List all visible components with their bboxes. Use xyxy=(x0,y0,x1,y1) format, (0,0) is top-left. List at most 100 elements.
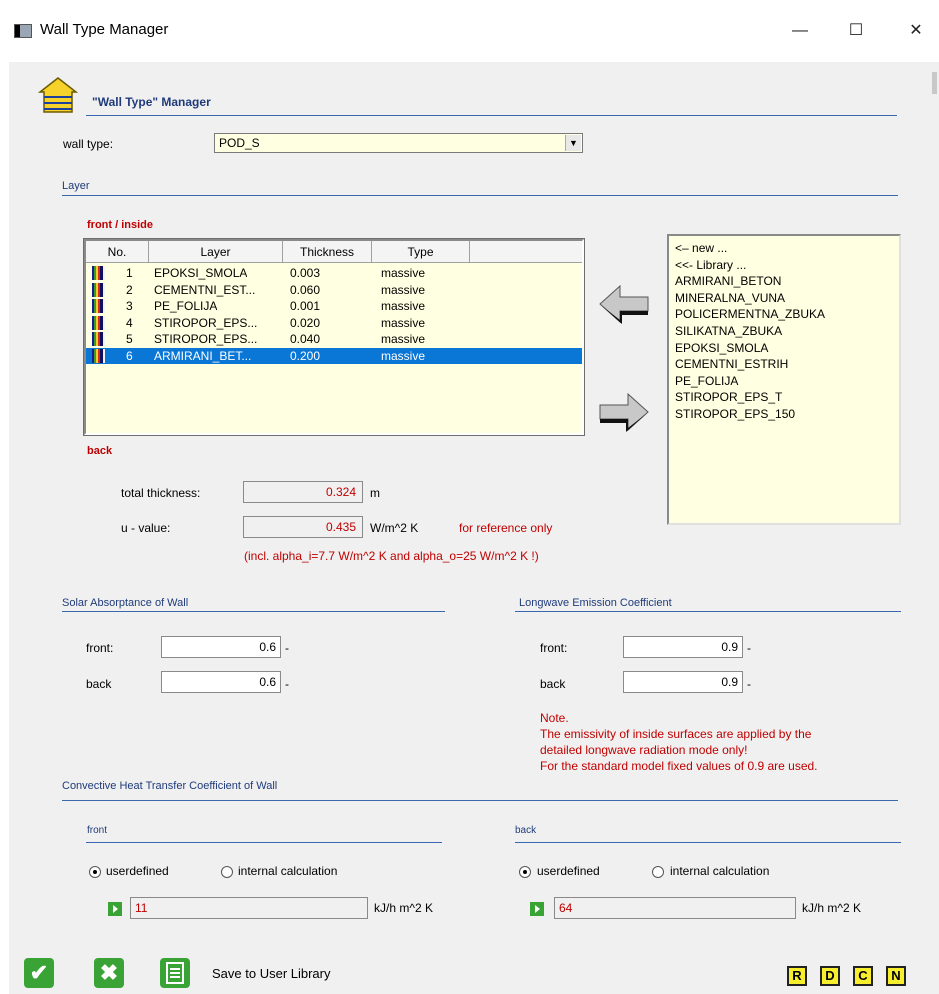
solar-back-input[interactable]: 0.6 xyxy=(161,671,281,693)
total-thickness-label: total thickness: xyxy=(121,486,201,500)
list-item[interactable]: PE_FOLIJA xyxy=(675,373,893,390)
row-layer-cell: ARMIRANI_BET... xyxy=(154,348,252,363)
library-list[interactable]: <– new ... <<- Library ... ARMIRANI_BETON M… xyxy=(667,234,901,525)
list-item[interactable]: MINERALNA_VUNA xyxy=(675,290,893,307)
longwave-front-unit: - xyxy=(747,641,751,655)
column-no[interactable]: No. xyxy=(86,241,149,262)
table-row[interactable]: 4 STIROPOR_EPS... 0.020 massive xyxy=(86,315,582,331)
solar-back-label: back xyxy=(86,677,112,691)
list-item[interactable]: SILIKATNA_ZBUKA xyxy=(675,323,893,340)
note-title: Note. xyxy=(540,711,569,725)
add-layer-arrow-button[interactable] xyxy=(596,278,652,330)
solar-front-label: front: xyxy=(86,641,114,655)
row-no-cell: 3 xyxy=(126,299,133,313)
header-divider xyxy=(86,115,897,116)
table-row[interactable]: 5 STIROPOR_EPS... 0.040 massive xyxy=(86,331,582,347)
convective-back-title: back xyxy=(515,825,537,836)
play-icon[interactable] xyxy=(530,902,544,916)
wall-type-select[interactable]: POD_S ▼ xyxy=(214,133,583,153)
back-userdefined-radio[interactable] xyxy=(519,866,531,878)
play-icon[interactable] xyxy=(108,902,122,916)
front-userdefined-radio[interactable] xyxy=(89,866,101,878)
list-item[interactable]: ARMIRANI_BETON xyxy=(675,273,893,290)
wall-type-label: wall type: xyxy=(63,137,114,151)
layer-table[interactable]: No. Layer Thickness Type 1 EPOKSI_SMOLA 0.… xyxy=(83,238,585,436)
front-userdefined-label[interactable]: userdefined xyxy=(106,864,169,878)
list-item[interactable]: STIROPOR_EPS_T xyxy=(675,389,893,406)
row-thickness-cell: 0.001 xyxy=(290,299,321,313)
column-thickness[interactable]: Thickness xyxy=(283,241,372,262)
scrollbar-thumb[interactable] xyxy=(932,72,937,94)
back-internal-calc-label[interactable]: internal calculation xyxy=(670,864,769,878)
material-color-icon xyxy=(92,299,105,313)
row-thickness-cell: 0.200 xyxy=(290,348,321,363)
convective-section-divider xyxy=(62,800,898,801)
row-thickness-cell: 0.020 xyxy=(290,315,321,330)
row-thickness-cell: 0.060 xyxy=(290,282,321,297)
table-row[interactable]: 1 EPOKSI_SMOLA 0.003 massive xyxy=(86,265,582,281)
alpha-note: (incl. alpha_i=7.7 W/m^2 K and alpha_o=2… xyxy=(244,549,539,563)
window-title: Wall Type Manager xyxy=(40,21,169,38)
back-internal-calc-radio[interactable] xyxy=(652,866,664,878)
row-no-cell: 4 xyxy=(126,315,133,330)
note-line-2: detailed longwave radiation mode only! xyxy=(540,743,748,757)
material-color-icon xyxy=(92,266,105,280)
front-coefficient-field[interactable]: 11 xyxy=(130,897,368,919)
minimize-button[interactable]: — xyxy=(777,14,823,48)
row-type-cell: massive xyxy=(381,299,426,313)
scrollbar[interactable] xyxy=(930,62,939,994)
cancel-x-button[interactable]: ✖ xyxy=(94,958,124,988)
list-item[interactable]: STIROPOR_EPS_150 xyxy=(675,406,893,423)
front-internal-calc-radio[interactable] xyxy=(221,866,233,878)
table-row[interactable]: 3 PE_FOLIJA 0.001 massive xyxy=(86,298,582,314)
u-value-unit: W/m^2 K xyxy=(370,521,419,535)
back-coefficient-field[interactable]: 64 xyxy=(554,897,796,919)
convective-front-divider xyxy=(86,842,442,843)
solar-section-divider xyxy=(62,611,445,612)
solar-back-unit: - xyxy=(285,677,289,691)
thickness-unit: m xyxy=(370,486,380,500)
column-type[interactable]: Type xyxy=(372,241,470,262)
close-button[interactable]: ✕ xyxy=(893,14,939,48)
reference-note: for reference only xyxy=(459,521,553,535)
c-button[interactable]: C xyxy=(853,966,873,986)
save-library-label[interactable]: Save to User Library xyxy=(212,966,331,981)
save-library-icon-button[interactable] xyxy=(160,958,190,991)
ok-checkmark-button[interactable]: ✔ xyxy=(24,958,54,988)
row-type-cell: massive xyxy=(381,282,426,297)
remove-layer-arrow-button[interactable] xyxy=(596,386,652,438)
row-layer-cell: CEMENTNI_EST... xyxy=(154,282,256,297)
longwave-section-title: Longwave Emission Coefficient xyxy=(519,597,672,609)
total-thickness-field: 0.324 xyxy=(243,481,363,503)
solar-front-input[interactable]: 0.6 xyxy=(161,636,281,658)
arrow-right-icon xyxy=(599,392,649,432)
row-layer-cell: PE_FOLIJA xyxy=(154,299,218,313)
material-color-icon xyxy=(92,348,105,363)
table-row[interactable]: 2 CEMENTNI_EST... 0.060 massive xyxy=(86,282,582,298)
list-item[interactable]: <<- Library ... xyxy=(675,257,893,274)
layer-section-divider xyxy=(62,195,898,196)
front-internal-calc-label[interactable]: internal calculation xyxy=(238,864,337,878)
note-line-3: For the standard model fixed values of 0… xyxy=(540,759,818,773)
r-button[interactable]: R xyxy=(787,966,807,986)
list-item[interactable]: <– new ... xyxy=(675,240,893,257)
longwave-back-input[interactable]: 0.9 xyxy=(623,671,743,693)
manager-title: "Wall Type" Manager xyxy=(92,95,211,109)
convective-front-title: front xyxy=(87,825,108,836)
longwave-section-divider xyxy=(515,611,901,612)
longwave-front-input[interactable]: 0.9 xyxy=(623,636,743,658)
table-row[interactable]: 6 ARMIRANI_BET... 0.200 massive xyxy=(86,347,582,364)
row-layer-cell: STIROPOR_EPS... xyxy=(154,332,258,346)
list-item[interactable]: CEMENTNI_ESTRIH xyxy=(675,356,893,373)
chevron-down-icon[interactable]: ▼ xyxy=(565,135,581,151)
row-no-cell: 6 xyxy=(126,348,133,363)
back-userdefined-label[interactable]: userdefined xyxy=(537,864,600,878)
n-button[interactable]: N xyxy=(886,966,906,986)
house-icon xyxy=(37,76,79,119)
column-layer[interactable]: Layer xyxy=(149,241,283,262)
row-thickness-cell: 0.003 xyxy=(290,266,321,280)
list-item[interactable]: EPOKSI_SMOLA xyxy=(675,340,893,357)
maximize-button[interactable]: ☐ xyxy=(833,14,879,48)
d-button[interactable]: D xyxy=(820,966,840,986)
list-item[interactable]: POLICERMENTNA_ZBUKA xyxy=(675,306,893,323)
